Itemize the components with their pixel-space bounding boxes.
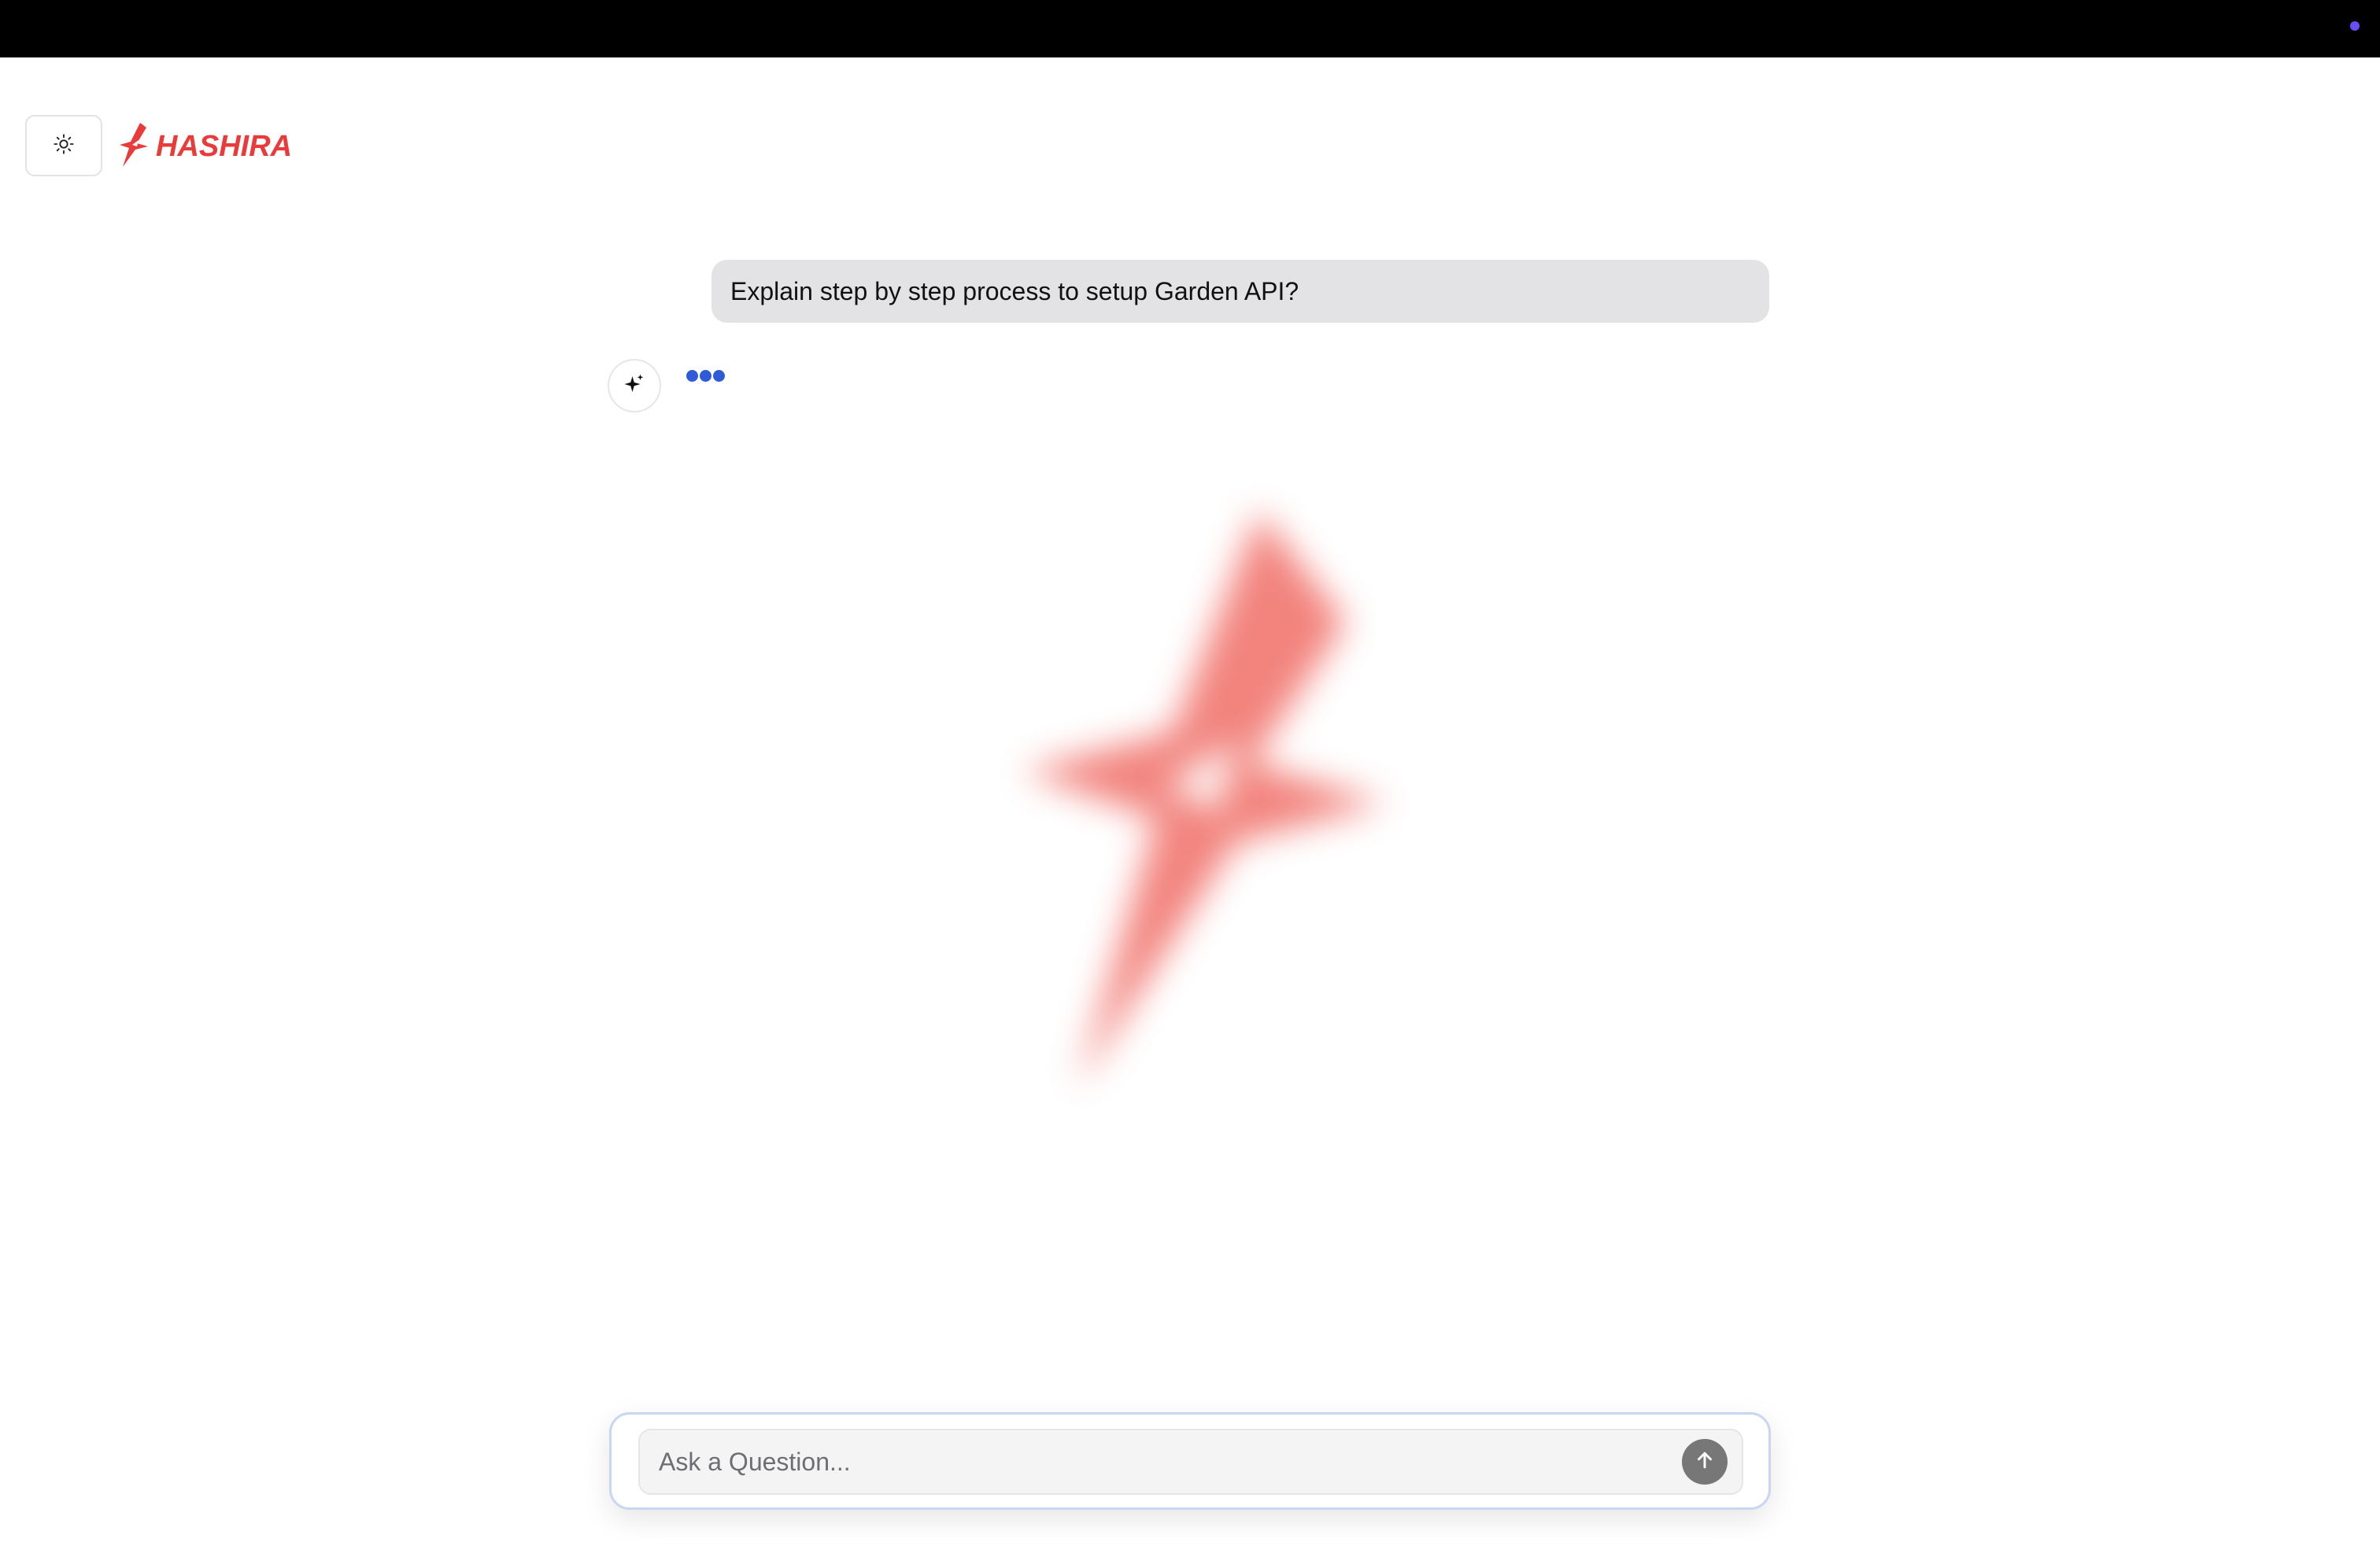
send-button[interactable]	[1682, 1439, 1728, 1485]
sparkle-icon	[623, 372, 646, 400]
theme-toggle-button[interactable]	[25, 115, 102, 176]
hashira-watermark-icon	[1023, 512, 1385, 1086]
assistant-avatar	[608, 359, 661, 412]
user-message-text: Explain step by step process to setup Ga…	[730, 276, 1299, 305]
lightning-logo-icon	[116, 121, 153, 172]
hashira-logo[interactable]: HASHIRA	[116, 121, 293, 172]
composer-field	[638, 1429, 1743, 1495]
logo-text: HASHIRA	[156, 129, 293, 163]
user-message-bubble: Explain step by step process to setup Ga…	[711, 260, 1769, 323]
status-dot	[2350, 21, 2360, 31]
question-input[interactable]	[640, 1430, 1682, 1493]
sun-icon	[53, 133, 75, 159]
chat-page: HASHIRA Explain step by step process to …	[0, 0, 2380, 1546]
top-bar	[0, 0, 2380, 57]
arrow-up-icon	[1693, 1448, 1717, 1476]
typing-indicator	[686, 370, 725, 382]
typing-dot	[700, 370, 711, 382]
typing-dot	[713, 370, 725, 382]
typing-dot	[686, 370, 698, 382]
message-composer	[609, 1412, 1771, 1510]
